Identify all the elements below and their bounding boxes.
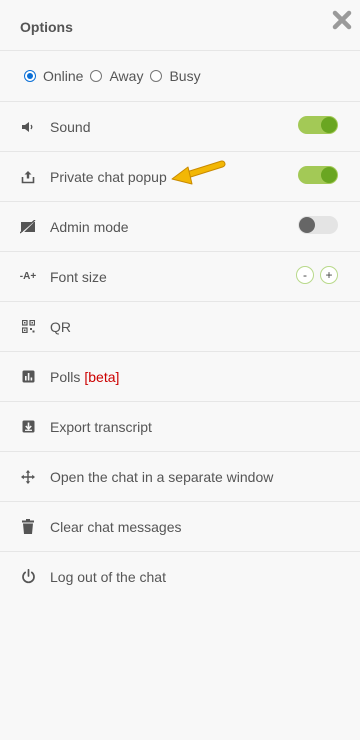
power-icon bbox=[20, 569, 36, 585]
menu-item-label: QR bbox=[50, 318, 71, 335]
toggle-knob bbox=[321, 117, 337, 133]
menu-item-polls[interactable]: Polls [beta] bbox=[0, 352, 360, 402]
bar-chart-icon bbox=[20, 369, 36, 385]
toggle-knob bbox=[321, 167, 337, 183]
menu-item-label: Polls [beta] bbox=[50, 369, 119, 385]
menu-item-label: Clear chat messages bbox=[50, 518, 182, 535]
status-selector: Online Away Busy bbox=[0, 51, 360, 102]
sound-toggle[interactable] bbox=[298, 116, 338, 134]
font-size-stepper: - + bbox=[290, 266, 338, 284]
status-away-option[interactable]: Away bbox=[90, 68, 143, 84]
menu-item-admin-mode[interactable]: Admin mode bbox=[0, 202, 360, 252]
font-size-icon-text: -A+ bbox=[19, 271, 37, 282]
download-icon bbox=[20, 419, 36, 435]
status-online-label: Online bbox=[43, 68, 84, 84]
menu-item-private-chat-popup[interactable]: Private chat popup bbox=[0, 152, 360, 202]
menu-item-qr[interactable]: QR bbox=[0, 302, 360, 352]
menu-item-label: Font size bbox=[50, 268, 107, 285]
status-busy-label: Busy bbox=[169, 68, 201, 84]
menu-item-font-size: -A+ Font size - + bbox=[0, 252, 360, 302]
menu-item-log-out[interactable]: Log out of the chat bbox=[0, 552, 360, 601]
admin-mode-toggle[interactable] bbox=[298, 216, 338, 234]
admin-mode-icon bbox=[20, 219, 36, 235]
status-away-radio[interactable] bbox=[90, 70, 103, 82]
menu-item-open-separate-window[interactable]: Open the chat in a separate window bbox=[0, 452, 360, 502]
menu-item-sound[interactable]: Sound bbox=[0, 102, 360, 152]
status-busy-radio[interactable] bbox=[150, 70, 163, 82]
status-busy-option[interactable]: Busy bbox=[150, 68, 201, 84]
menu-item-label: Private chat popup bbox=[50, 168, 167, 185]
menu-item-label: Sound bbox=[50, 118, 91, 135]
qr-code-icon bbox=[20, 319, 36, 335]
menu-item-label: Log out of the chat bbox=[50, 568, 166, 585]
font-increase-button[interactable]: + bbox=[320, 266, 338, 284]
move-arrows-icon bbox=[20, 469, 36, 485]
status-away-label: Away bbox=[109, 68, 144, 84]
menu-item-label: Export transcript bbox=[50, 418, 152, 435]
options-header: Options bbox=[0, 0, 360, 51]
options-title: Options bbox=[20, 19, 73, 35]
font-decrease-button[interactable]: - bbox=[296, 266, 314, 284]
status-online-radio[interactable] bbox=[24, 70, 36, 82]
menu-item-export-transcript[interactable]: Export transcript bbox=[0, 402, 360, 452]
menu-item-label: Admin mode bbox=[50, 218, 129, 235]
font-size-icon: -A+ bbox=[20, 269, 36, 285]
status-online-option[interactable]: Online bbox=[24, 68, 83, 84]
menu-item-clear-chat-messages[interactable]: Clear chat messages bbox=[0, 502, 360, 552]
menu-item-label: Open the chat in a separate window bbox=[50, 468, 274, 485]
private-chat-popup-toggle[interactable] bbox=[298, 166, 338, 184]
polls-label: Polls bbox=[50, 368, 81, 385]
beta-tag: [beta] bbox=[84, 368, 120, 385]
toggle-knob bbox=[299, 217, 315, 233]
speaker-icon bbox=[20, 119, 36, 135]
upload-icon bbox=[20, 169, 36, 185]
close-icon[interactable] bbox=[330, 8, 354, 32]
trash-icon bbox=[20, 518, 36, 535]
